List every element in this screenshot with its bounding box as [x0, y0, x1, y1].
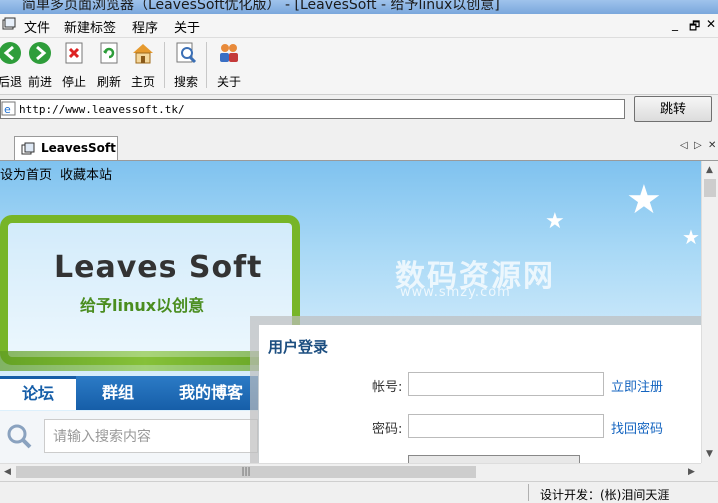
ie-page-icon: e [1, 101, 16, 116]
app-icon [2, 17, 16, 30]
forward-arrow-icon [29, 42, 51, 64]
nav-tab-groups[interactable]: 群组 [80, 376, 156, 410]
status-separator [528, 484, 529, 501]
vertical-scrollbar[interactable]: ▲ ▼ [701, 161, 718, 463]
search-button[interactable]: 搜索 [168, 40, 204, 90]
slogan: 给予linux以创意 [80, 296, 205, 315]
scroll-up-icon[interactable]: ▲ [706, 165, 713, 175]
users-icon [220, 44, 238, 62]
menu-bar: 文件 新建标签 程序 关于 _ 🗗 ✕ [0, 14, 718, 38]
tab-label: LeavesSoft [41, 141, 116, 155]
login-title: 用户登录 [268, 338, 329, 356]
go-button[interactable]: 跳转 [634, 96, 712, 122]
menu-about[interactable]: 关于 [174, 17, 200, 36]
nav-tab-forum[interactable]: 论坛 [0, 376, 76, 410]
refresh-button[interactable]: 刷新 [91, 40, 127, 90]
password-label: 密码: [372, 422, 403, 437]
web-content: 设为首页 收藏本站 Leaves Soft 给予linux以创意 数码资源网 w… [0, 161, 701, 463]
stop-button[interactable]: 停止 [56, 40, 92, 90]
window-title: 简单多页面浏览器（LeavesSoft优化版） - [LeavesSoft - … [22, 0, 500, 13]
magnifier-icon [7, 424, 32, 449]
scroll-right-icon[interactable]: ▶ [688, 467, 695, 477]
username-label: 帐号: [372, 380, 403, 395]
site-search-row: 请输入搜索内容 [0, 411, 258, 463]
back-arrow-icon [0, 42, 21, 64]
brand-logo-text: Leaves Soft [54, 250, 263, 285]
about-label: 关于 [216, 75, 241, 89]
register-link[interactable]: 立即注册 [611, 376, 663, 395]
restore-button[interactable]: 🗗 [689, 17, 700, 38]
status-bar: 设计开发：(枨)泪间天涯 [0, 481, 718, 503]
tab-close-icon[interactable]: ✕ [708, 140, 716, 151]
bookmark-site-link[interactable]: 收藏本站 [60, 164, 112, 183]
site-search-input[interactable]: 请输入搜索内容 [44, 419, 258, 453]
scroll-down-icon[interactable]: ▼ [706, 449, 713, 459]
star-icon: ★ [626, 177, 662, 223]
address-bar: http://www.leavessoft.tk/ e 跳转 [0, 95, 718, 129]
forward-label: 前进 [27, 75, 52, 89]
svg-text:e: e [4, 103, 11, 116]
tab-leavessoft[interactable]: LeavesSoft [14, 136, 118, 160]
toolbar-separator [164, 42, 165, 88]
menu-new-tab[interactable]: 新建标签 [64, 17, 116, 36]
star-icon: ★ [545, 209, 565, 234]
nav-tab-my-blog[interactable]: 我的博客 [164, 376, 258, 410]
menu-program[interactable]: 程序 [132, 17, 158, 36]
minimize-button[interactable]: _ [672, 17, 678, 31]
status-credit: 设计开发：(枨)泪间天涯 [540, 488, 670, 502]
site-nav-tabs: 论坛 群组 我的博客 [0, 376, 258, 410]
forward-button[interactable]: 前进 [22, 40, 58, 90]
stop-icon [65, 42, 83, 64]
horizontal-scrollbar[interactable]: ◀ ||| ▶ [0, 463, 701, 480]
search-icon [176, 42, 197, 64]
vertical-scroll-thumb[interactable] [704, 179, 716, 197]
about-button[interactable]: 关于 [211, 40, 247, 90]
password-field[interactable] [408, 414, 604, 438]
url-input[interactable]: http://www.leavessoft.tk/ [0, 99, 625, 119]
close-button[interactable]: ✕ [706, 17, 716, 31]
tab-page-icon [21, 142, 35, 155]
tab-bar: LeavesSoft ◁ ▷ ✕ [0, 132, 718, 161]
home-label: 主页 [130, 75, 155, 89]
stop-label: 停止 [61, 75, 86, 89]
tab-scroll-left-icon[interactable]: ◁ [680, 140, 688, 151]
title-bar: 简单多页面浏览器（LeavesSoft优化版） - [LeavesSoft - … [0, 0, 718, 14]
login-box: 用户登录 帐号: 立即注册 密码: 找回密码 [259, 325, 701, 463]
tab-scroll-right-icon[interactable]: ▷ [694, 140, 702, 151]
home-icon [133, 44, 153, 64]
star-icon: ★ [682, 225, 700, 249]
set-homepage-link[interactable]: 设为首页 [0, 164, 52, 183]
grass-decoration [0, 351, 290, 371]
search-label: 搜索 [173, 75, 198, 89]
watermark-url: www.smzy.com [400, 285, 511, 300]
scroll-left-icon[interactable]: ◀ [4, 467, 11, 477]
login-extra-field[interactable] [408, 455, 580, 463]
refresh-label: 刷新 [96, 75, 121, 89]
toolbar-separator [206, 42, 207, 88]
forgot-password-link[interactable]: 找回密码 [611, 418, 663, 437]
refresh-icon [100, 42, 118, 64]
login-panel: 用户登录 帐号: 立即注册 密码: 找回密码 [250, 316, 701, 463]
menu-file[interactable]: 文件 [24, 17, 50, 36]
home-button[interactable]: 主页 [125, 40, 161, 90]
horizontal-scroll-thumb[interactable]: ||| [16, 466, 476, 478]
username-field[interactable] [408, 372, 604, 396]
toolbar: 后退 前进 停止 刷新 主页 搜索 关于 [0, 38, 718, 95]
